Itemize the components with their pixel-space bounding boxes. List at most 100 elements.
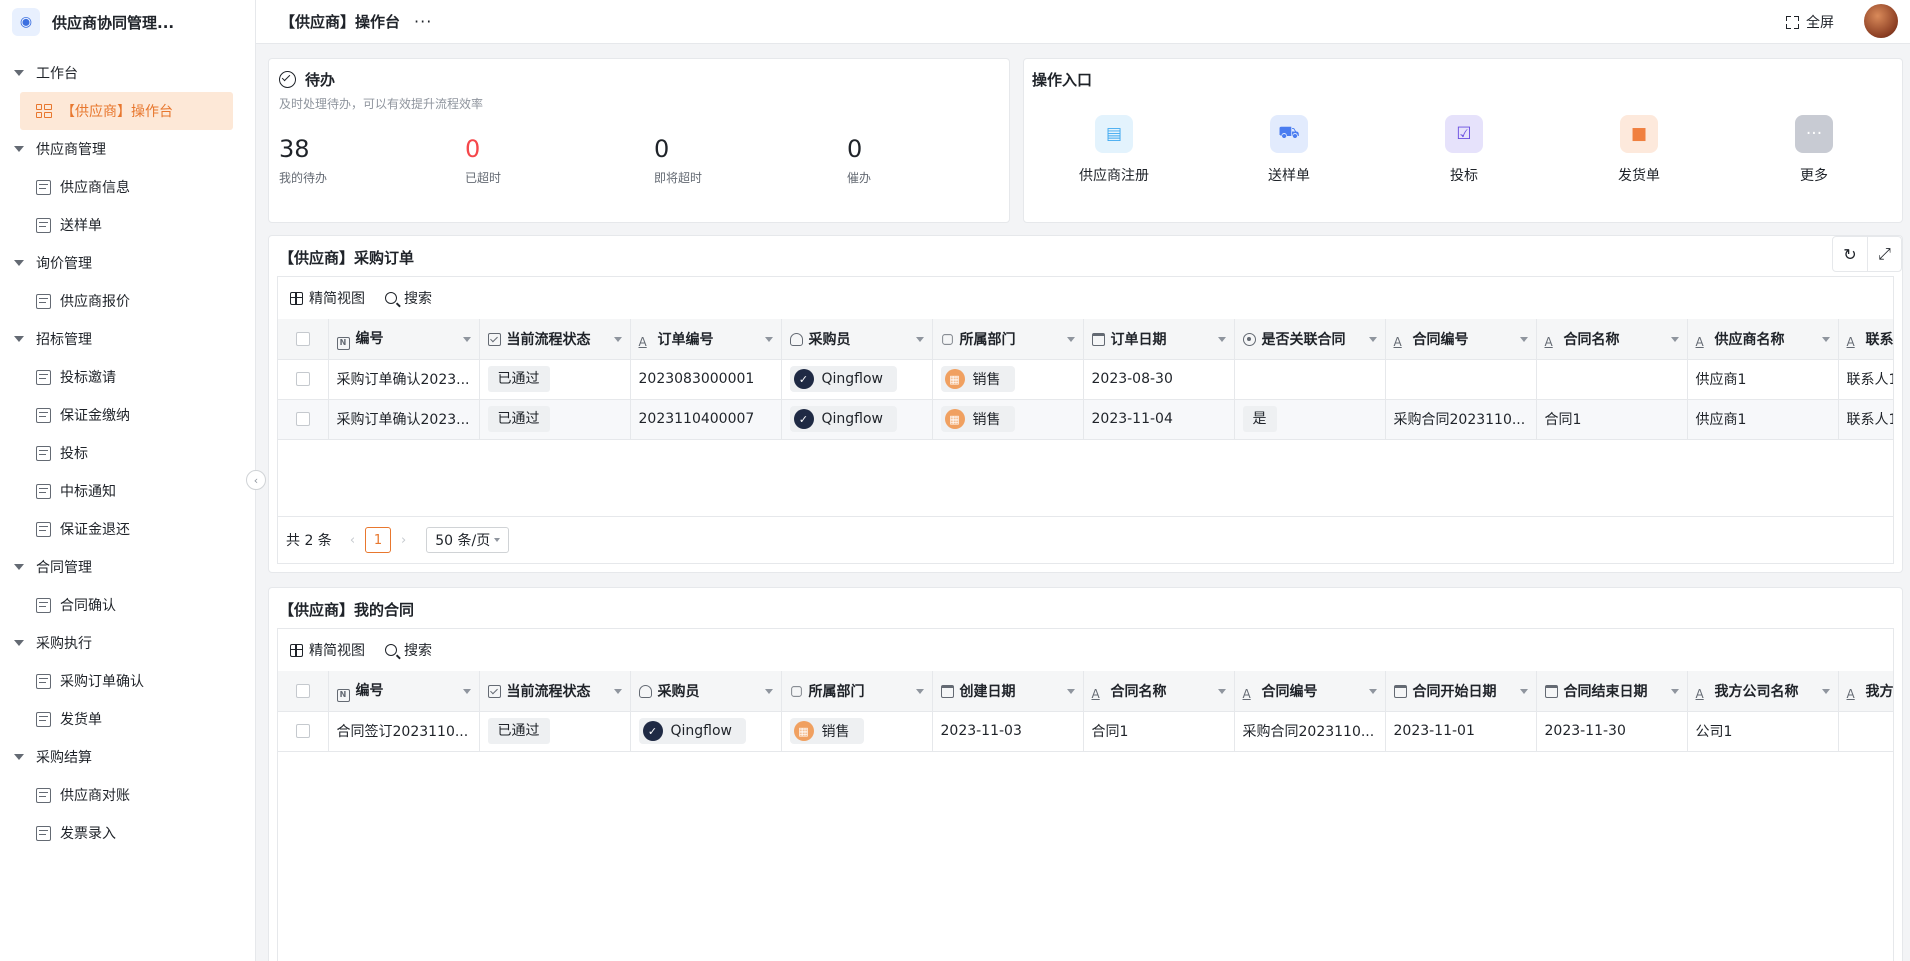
expand-icon[interactable]: ⤢: [1867, 237, 1901, 271]
simple-view-button[interactable]: 精简视图: [290, 640, 365, 660]
todo-stat[interactable]: 0 即将超时: [654, 135, 702, 186]
column-header-label: 我方公司名称: [1714, 683, 1799, 700]
sidebar-item[interactable]: 采购订单确认: [0, 662, 255, 700]
sidebar-item-label: 保证金缴纳: [60, 408, 130, 424]
todo-stat[interactable]: 0 已超时: [465, 135, 501, 186]
select-all-checkbox[interactable]: [278, 671, 329, 712]
column-header[interactable]: N 编号: [328, 319, 480, 360]
top-bar: 【供应商】操作台 ··· 全屏: [256, 0, 1910, 44]
chevron-down-icon: [462, 689, 471, 694]
card-tools: ↻ ⤢: [1832, 236, 1902, 272]
sidebar-group[interactable]: 供应商管理: [0, 130, 255, 168]
next-page-icon[interactable]: ›: [401, 533, 406, 548]
table-cell: 是: [1234, 399, 1386, 440]
entry-button[interactable]: ··· 更多: [1759, 115, 1869, 185]
todo-stat[interactable]: 38 我的待办: [279, 135, 327, 186]
sidebar-item[interactable]: 合同确认: [0, 586, 255, 624]
search-button[interactable]: 搜索: [385, 640, 432, 660]
sidebar-item[interactable]: 发票录入: [0, 814, 255, 852]
entry-button[interactable]: ▤ 供应商注册: [1059, 115, 1169, 185]
collapse-sidebar-icon[interactable]: ‹: [246, 470, 266, 490]
table-row[interactable]: 采购订单确认2023... 已通过 2023083000001 ✓ Qingflow ▦ 销…: [278, 359, 1893, 400]
sidebar-group[interactable]: 合同管理: [0, 548, 255, 586]
column-header[interactable]: A 合同名称: [1536, 319, 1688, 360]
column-header[interactable]: 采购员: [630, 671, 782, 712]
table-cell: ✓ Qingflow: [781, 359, 933, 400]
simple-view-button[interactable]: 精简视图: [290, 288, 365, 308]
orders-title: 【供应商】采购订单: [279, 249, 415, 267]
column-header-label: 合同结束日期: [1563, 683, 1648, 700]
column-header[interactable]: N 编号: [328, 671, 480, 712]
row-checkbox[interactable]: [278, 399, 329, 440]
total-count: 共 2 条: [286, 533, 332, 549]
more-options-icon[interactable]: ···: [414, 12, 432, 31]
column-header[interactable]: A 联系人: [1838, 319, 1893, 360]
sidebar-group[interactable]: 询价管理: [0, 244, 255, 282]
form-icon: [36, 787, 51, 803]
column-header[interactable]: 所属部门: [932, 319, 1084, 360]
sidebar-item[interactable]: 投标: [0, 434, 255, 472]
column-header[interactable]: 所属部门: [781, 671, 933, 712]
sidebar-item[interactable]: 中标通知: [0, 472, 255, 510]
user-icon: [789, 332, 803, 346]
sidebar-item-label: 发票录入: [60, 826, 116, 842]
department-icon: ▦: [793, 721, 814, 741]
app-name[interactable]: 供应商协同管理...: [52, 12, 174, 33]
sidebar-nav: 工作台 【供应商】操作台 供应商管理 供应商信息 送样单 询价管理 供应商报价 招标管理 投标邀…: [0, 44, 255, 852]
fullscreen-button[interactable]: 全屏: [1786, 12, 1834, 32]
column-header[interactable]: 合同结束日期: [1536, 671, 1688, 712]
table-row[interactable]: 采购订单确认2023... 已通过 2023110400007 ✓ Qingflow ▦ 销…: [278, 399, 1893, 440]
sidebar-item[interactable]: 【供应商】操作台: [20, 92, 233, 130]
prev-page-icon[interactable]: ‹: [350, 533, 355, 548]
column-header[interactable]: A 合同编号: [1385, 319, 1537, 360]
current-page[interactable]: 1: [365, 527, 392, 553]
column-header[interactable]: A 我方公: [1838, 671, 1893, 712]
sidebar-item[interactable]: 保证金退还: [0, 510, 255, 548]
column-header-label: 编号: [355, 330, 384, 347]
page-size-select[interactable]: 50 条/页: [426, 527, 510, 553]
column-header[interactable]: 当前流程状态: [479, 319, 631, 360]
table-cell: ✓ Qingflow: [781, 399, 933, 440]
select-all-checkbox[interactable]: [278, 319, 329, 360]
entry-button[interactable]: ■ 发货单: [1584, 115, 1694, 185]
department-icon: ▦: [944, 409, 965, 429]
column-header-label: 订单编号: [657, 331, 714, 348]
entry-button[interactable]: ☑ 投标: [1409, 115, 1519, 185]
column-header[interactable]: A 供应商名称: [1687, 319, 1839, 360]
orders-table: N 编号 当前流程状态 A 订单编号 采购员 所属部门 订单日期 是否关联合同 A 合同编号 A 合同名…: [278, 319, 1893, 440]
column-header[interactable]: A 订单编号: [630, 319, 782, 360]
sidebar-group[interactable]: 工作台: [0, 54, 255, 92]
contracts-table-panel: 精简视图 搜索 N 编号 当前流程状态 采购员 所属部门 创建日期 A 合同名称 A 合同编号 合同…: [277, 628, 1894, 961]
sidebar-item[interactable]: 投标邀请: [0, 358, 255, 396]
column-header[interactable]: 订单日期: [1083, 319, 1235, 360]
sidebar-item[interactable]: 供应商信息: [0, 168, 255, 206]
column-header[interactable]: 创建日期: [932, 671, 1084, 712]
sidebar-item[interactable]: 供应商报价: [0, 282, 255, 320]
sidebar-item[interactable]: 供应商对账: [0, 776, 255, 814]
column-header[interactable]: A 合同编号: [1234, 671, 1386, 712]
sidebar-group[interactable]: 采购结算: [0, 738, 255, 776]
todo-stat[interactable]: 0 催办: [847, 135, 871, 186]
sidebar-group[interactable]: 采购执行: [0, 624, 255, 662]
user-avatar[interactable]: [1864, 4, 1898, 38]
refresh-icon[interactable]: ↻: [1833, 237, 1867, 271]
sidebar-item[interactable]: 保证金缴纳: [0, 396, 255, 434]
row-checkbox[interactable]: [278, 359, 329, 400]
column-header[interactable]: A 我方公司名称: [1687, 671, 1839, 712]
fullscreen-label: 全屏: [1806, 15, 1834, 31]
sidebar-item[interactable]: 送样单: [0, 206, 255, 244]
column-header[interactable]: A 合同名称: [1083, 671, 1235, 712]
entry-button[interactable]: ⛟ 送样单: [1234, 115, 1344, 185]
table-row[interactable]: 合同签订2023110... 已通过 ✓ Qingflow ▦ 销售 2023-11-03 合…: [278, 711, 1893, 752]
column-header[interactable]: 当前流程状态: [479, 671, 631, 712]
user-name: Qingflow: [670, 723, 733, 739]
sidebar-group[interactable]: 招标管理: [0, 320, 255, 358]
column-header[interactable]: 合同开始日期: [1385, 671, 1537, 712]
search-button[interactable]: 搜索: [385, 288, 432, 308]
sidebar-item[interactable]: 发货单: [0, 700, 255, 738]
column-header[interactable]: 采购员: [781, 319, 933, 360]
row-checkbox[interactable]: [278, 711, 329, 752]
column-header[interactable]: 是否关联合同: [1234, 319, 1386, 360]
chevron-down-icon: [14, 146, 24, 152]
radio-icon: [1242, 332, 1256, 346]
